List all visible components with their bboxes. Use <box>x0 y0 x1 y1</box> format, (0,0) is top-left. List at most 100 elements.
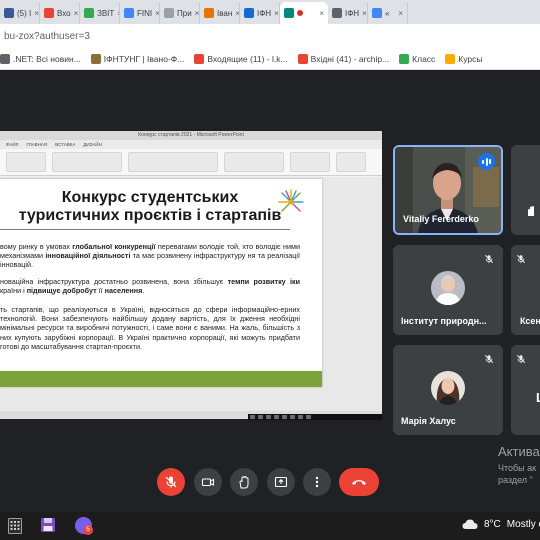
participant-tile-mariia[interactable]: Марія Халус <box>393 345 503 435</box>
bookmark-item[interactable]: Курсы <box>445 53 483 64</box>
end-call-icon <box>352 480 366 485</box>
meet-top-band <box>0 71 540 113</box>
browser-tab[interactable]: «× <box>368 2 408 24</box>
slide-footer-band <box>0 371 322 387</box>
slide-title-line-1: Конкурс студентських <box>61 189 239 206</box>
address-url[interactable]: bu-zox?authuser=3 <box>0 31 90 42</box>
slide-title-line-2: туристичних проєктів і стартапів <box>18 207 282 224</box>
calculator-icon[interactable] <box>8 518 22 534</box>
browser-tab-strip: (5) I×Вхо×ЗВІТ×FINI×При×Іван×ІФН××ІФН×«× <box>0 0 540 24</box>
participant-tile-l[interactable]: L <box>511 345 540 435</box>
slide-text-run: вому ринку в умовах <box>0 242 73 251</box>
tab-favicon-icon <box>204 8 214 18</box>
tab-close-icon[interactable]: × <box>398 9 403 18</box>
browser-tab[interactable]: ІФН × <box>328 2 368 24</box>
ribbon-group-editing <box>336 152 366 172</box>
mic-off-icon <box>165 476 177 488</box>
ppt-slide-canvas: Конкурс студентських туристичних проєкті… <box>0 177 382 411</box>
mic-off-icon <box>484 254 494 264</box>
browser-tab[interactable]: Вхо × <box>40 2 80 24</box>
participant-tile-raised-hand[interactable] <box>511 145 540 235</box>
end-call-button[interactable] <box>339 468 379 496</box>
tab-label: « <box>385 8 390 18</box>
bookmark-favicon-icon <box>399 53 410 64</box>
raise-hand-icon <box>239 475 249 489</box>
participant-name: Vitaliy Fererderko <box>403 214 479 224</box>
tab-close-icon[interactable]: × <box>274 9 279 18</box>
slide: Конкурс студентських туристичних проєкті… <box>0 179 322 387</box>
raised-hand-icon <box>528 206 534 216</box>
bookmark-item[interactable]: Вхідні (41) - archip... <box>297 53 390 64</box>
slide-text-run: її <box>96 286 105 296</box>
ppt-window-title: Конкурс стартапів 2021 - Microsoft Power… <box>0 131 382 140</box>
viber-icon[interactable]: 5 <box>75 517 93 535</box>
tab-favicon-icon <box>332 8 342 18</box>
present-now-button[interactable] <box>267 468 295 496</box>
ppt-menu-item: ВСТАВКА <box>55 142 76 147</box>
ribbon-group-drawing <box>290 152 330 172</box>
bookmark-item[interactable]: ІФНТУНГ | Івано-Ф... <box>90 53 184 64</box>
tab-close-icon[interactable]: × <box>362 9 367 18</box>
bookmark-item[interactable]: Входящие (11) - l.k... <box>194 53 288 64</box>
browser-tab[interactable]: Іван × <box>200 2 240 24</box>
bookmark-label: Вхідні (41) - archip... <box>310 53 390 64</box>
tab-favicon-icon <box>124 8 134 18</box>
weather-temperature: 8°C <box>484 518 501 530</box>
more-options-button[interactable] <box>303 468 331 496</box>
participant-tile-vitaliy[interactable]: Vitaliy Fererderko <box>393 145 503 235</box>
tab-close-icon[interactable]: × <box>74 9 79 18</box>
present-icon <box>274 476 288 488</box>
activation-watermark-title: Актива <box>498 444 540 459</box>
slide-title-divider <box>0 229 290 230</box>
tab-close-icon[interactable]: × <box>319 9 324 18</box>
slide-paragraph-2: новаційна інфраструктура достатньо розви… <box>0 277 300 295</box>
participant-tile-institute[interactable]: Інститут природн... <box>393 245 503 335</box>
save-floppy-icon[interactable] <box>40 517 56 533</box>
recording-dot-icon <box>297 10 303 16</box>
participant-name: L <box>536 390 540 405</box>
tab-favicon-icon <box>164 8 174 18</box>
raise-hand-button[interactable] <box>230 468 258 496</box>
browser-tab[interactable]: (5) I × <box>0 2 40 24</box>
camera-button[interactable] <box>194 468 222 496</box>
tab-label: FINI <box>137 8 153 18</box>
participant-tile-ksen[interactable]: Ксен <box>511 245 540 335</box>
tab-favicon-icon <box>244 8 254 18</box>
bookmark-favicon-icon <box>445 53 456 64</box>
bookmark-favicon-icon <box>297 53 308 64</box>
participant-avatar <box>431 271 465 305</box>
bookmark-label: Курсы <box>458 53 483 64</box>
browser-tab[interactable]: ЗВІТ× <box>80 2 120 24</box>
ppt-menu-item: ФАЙЛ <box>6 142 19 147</box>
bookmark-favicon-icon <box>194 53 205 64</box>
browser-tab[interactable]: FINI × <box>120 2 160 24</box>
browser-tab[interactable]: × <box>280 2 328 24</box>
cloud-icon <box>462 519 478 529</box>
ppt-menu-bar: ФАЙЛ ГЛАВНАЯ ВСТАВКА ДИЗАЙН <box>0 140 382 149</box>
ribbon-group-slides <box>52 152 122 172</box>
bookmark-label: Класс <box>412 53 436 64</box>
slide-text-run: населення <box>104 286 143 296</box>
mic-off-icon <box>516 254 526 264</box>
mic-off-button[interactable] <box>157 468 185 496</box>
browser-tab[interactable]: ІФН × <box>240 2 280 24</box>
tab-close-icon[interactable]: × <box>34 9 39 18</box>
startup-logo-icon <box>278 189 304 212</box>
slide-text-run: інноваційної діяльності <box>45 251 131 261</box>
taskbar-weather[interactable]: 8°C Mostly c <box>462 518 540 530</box>
slide-text-run: та має розвинену інфраструктуру <box>130 251 248 261</box>
tab-close-icon[interactable]: × <box>195 9 199 18</box>
bookmark-favicon-icon <box>90 53 101 64</box>
browser-tab[interactable]: При × <box>160 2 200 24</box>
slide-paragraph-1: вому ринку в умовах глобальної конкуренц… <box>0 242 300 270</box>
ribbon-group-font <box>128 152 218 172</box>
bookmark-item[interactable]: .NET: Всі новин... <box>0 53 81 64</box>
tab-label: (5) I <box>17 8 32 18</box>
slide-text-run: перевагами володіє той, хто володіє <box>155 242 284 251</box>
bookmark-item[interactable]: Класс <box>399 53 436 64</box>
participant-name: Інститут природн... <box>401 316 487 326</box>
ribbon-group-clipboard <box>6 152 46 172</box>
speaking-indicator-icon <box>478 153 495 170</box>
address-bar[interactable]: bu-zox?authuser=3 <box>0 24 540 48</box>
tab-label: ІФН <box>345 8 360 18</box>
